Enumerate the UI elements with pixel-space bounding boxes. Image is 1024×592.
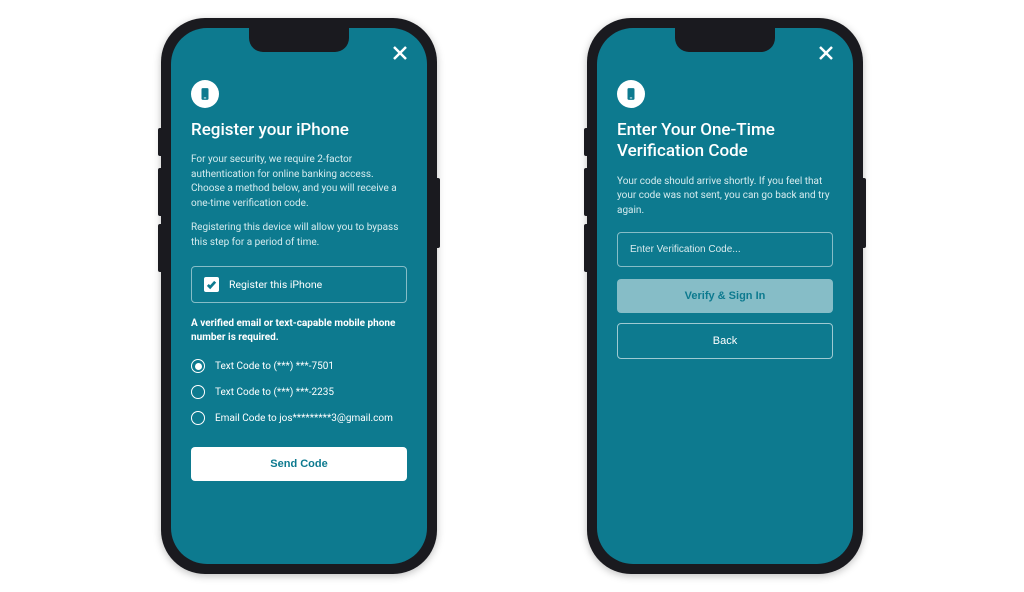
- phone-side-button: [437, 178, 440, 248]
- register-device-checkbox-row[interactable]: Register this iPhone: [191, 266, 407, 303]
- description-primary: For your security, we require 2-factor a…: [191, 153, 407, 211]
- radio-option-text-2235[interactable]: Text Code to (***) ***-2235: [191, 385, 407, 399]
- close-button[interactable]: [815, 42, 837, 64]
- phone-icon-badge: [191, 80, 219, 108]
- close-button[interactable]: [389, 42, 411, 64]
- verification-code-input[interactable]: [617, 232, 833, 267]
- radio-label: Text Code to (***) ***-7501: [215, 361, 334, 372]
- phone-register: Register your iPhone For your security, …: [161, 18, 437, 574]
- requirement-text: A verified email or text-capable mobile …: [191, 317, 407, 345]
- checkbox-icon: [204, 277, 219, 292]
- phone-notch: [675, 28, 775, 52]
- screen-register: Register your iPhone For your security, …: [171, 28, 427, 564]
- phone-verify: Enter Your One-Time Verification Code Yo…: [587, 18, 863, 574]
- send-code-button[interactable]: Send Code: [191, 447, 407, 481]
- close-icon: [818, 45, 834, 61]
- close-icon: [392, 45, 408, 61]
- page-title: Register your iPhone: [191, 120, 407, 141]
- back-button[interactable]: Back: [617, 323, 833, 359]
- radio-option-email[interactable]: Email Code to jos*********3@gmail.com: [191, 411, 407, 425]
- checkbox-label: Register this iPhone: [229, 278, 322, 291]
- page-title: Enter Your One-Time Verification Code: [617, 120, 833, 163]
- radio-icon: [191, 359, 205, 373]
- radio-icon: [191, 385, 205, 399]
- description: Your code should arrive shortly. If you …: [617, 175, 833, 219]
- radio-label: Text Code to (***) ***-2235: [215, 387, 334, 398]
- phone-side-button: [863, 178, 866, 248]
- radio-label: Email Code to jos*********3@gmail.com: [215, 413, 393, 424]
- phone-icon: [198, 87, 212, 101]
- verify-button[interactable]: Verify & Sign In: [617, 279, 833, 313]
- phone-icon: [624, 87, 638, 101]
- radio-icon: [191, 411, 205, 425]
- radio-option-text-7501[interactable]: Text Code to (***) ***-7501: [191, 359, 407, 373]
- phone-notch: [249, 28, 349, 52]
- description-secondary: Registering this device will allow you t…: [191, 221, 407, 250]
- screen-verify: Enter Your One-Time Verification Code Yo…: [597, 28, 853, 564]
- phone-icon-badge: [617, 80, 645, 108]
